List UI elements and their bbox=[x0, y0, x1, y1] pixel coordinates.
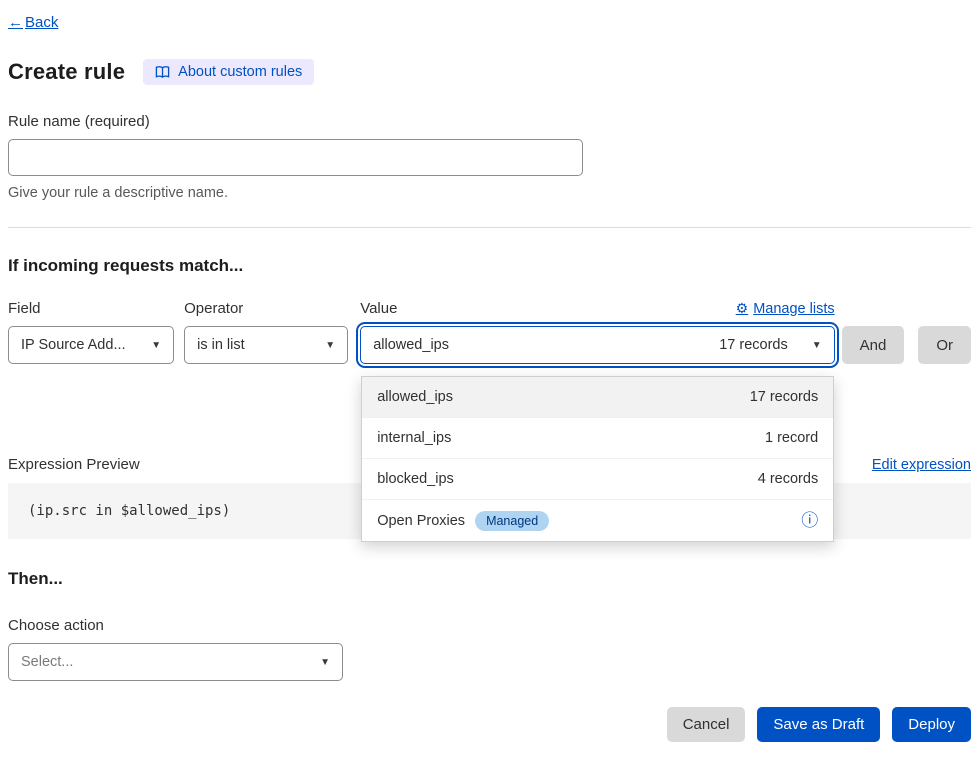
value-column: Value ⚙ Manage lists allowed_ips 17 reco… bbox=[360, 300, 834, 364]
field-select[interactable]: IP Source Add... ▼ bbox=[8, 326, 174, 364]
rule-name-input[interactable] bbox=[8, 139, 583, 176]
deploy-button[interactable]: Deploy bbox=[892, 707, 971, 742]
manage-lists-label: Manage lists bbox=[753, 301, 834, 317]
match-section-heading: If incoming requests match... bbox=[8, 256, 971, 276]
manage-lists-link[interactable]: ⚙ Manage lists bbox=[736, 300, 835, 317]
operator-select[interactable]: is in list ▼ bbox=[184, 326, 348, 364]
footer-actions: Cancel Save as Draft Deploy bbox=[8, 707, 971, 742]
book-icon bbox=[155, 65, 170, 79]
choose-action-label: Choose action bbox=[8, 617, 971, 634]
list-item-name: allowed_ips bbox=[377, 389, 453, 405]
back-arrow-icon: ← bbox=[8, 14, 23, 31]
field-select-value: IP Source Add... bbox=[21, 337, 126, 353]
list-item-name: blocked_ips bbox=[377, 471, 454, 487]
about-custom-rules-badge[interactable]: About custom rules bbox=[143, 59, 314, 85]
rule-name-label: Rule name (required) bbox=[8, 113, 971, 130]
value-combobox[interactable]: allowed_ips 17 records ▼ bbox=[360, 326, 834, 364]
list-item-name: Open Proxies bbox=[377, 513, 465, 529]
back-label: Back bbox=[25, 14, 58, 31]
value-dropdown-menu: allowed_ips 17 records internal_ips 1 re… bbox=[361, 376, 834, 542]
list-item-name: internal_ips bbox=[377, 430, 451, 446]
list-item-blocked-ips[interactable]: blocked_ips 4 records bbox=[362, 459, 833, 500]
chevron-down-icon: ▼ bbox=[310, 657, 330, 668]
and-button[interactable]: And bbox=[842, 326, 905, 364]
then-section-heading: Then... bbox=[8, 569, 971, 589]
title-row: Create rule About custom rules bbox=[8, 59, 971, 85]
info-icon[interactable]: ⓘ bbox=[801, 512, 818, 529]
chevron-down-icon: ▼ bbox=[315, 340, 335, 351]
operator-label: Operator bbox=[184, 300, 348, 317]
back-link[interactable]: ← Back bbox=[8, 14, 58, 31]
divider bbox=[8, 227, 971, 228]
about-badge-label: About custom rules bbox=[178, 64, 302, 80]
managed-badge: Managed bbox=[475, 511, 549, 531]
chevron-down-icon: ▼ bbox=[802, 340, 822, 351]
create-rule-page: ← Back Create rule About custom rules Ru… bbox=[0, 0, 979, 762]
list-item-allowed-ips[interactable]: allowed_ips 17 records bbox=[362, 377, 833, 418]
rule-name-helper: Give your rule a descriptive name. bbox=[8, 185, 971, 201]
operator-select-value: is in list bbox=[197, 337, 245, 353]
value-records-count: 17 records bbox=[719, 337, 788, 353]
chevron-down-icon: ▼ bbox=[141, 340, 161, 351]
action-select[interactable]: Select... ▼ bbox=[8, 643, 343, 681]
save-as-draft-button[interactable]: Save as Draft bbox=[757, 707, 880, 742]
page-title: Create rule bbox=[8, 59, 125, 85]
field-label: Field bbox=[8, 300, 174, 317]
expression-preview-label: Expression Preview bbox=[8, 456, 140, 473]
action-select-placeholder: Select... bbox=[21, 654, 73, 670]
list-item-open-proxies[interactable]: Open Proxies Managed ⓘ bbox=[362, 500, 833, 541]
cancel-button[interactable]: Cancel bbox=[667, 707, 746, 742]
list-item-internal-ips[interactable]: internal_ips 1 record bbox=[362, 418, 833, 459]
value-label: Value bbox=[360, 300, 397, 317]
edit-expression-link[interactable]: Edit expression bbox=[872, 457, 971, 473]
operator-column: Operator is in list ▼ bbox=[184, 300, 348, 364]
list-item-records: 4 records bbox=[758, 471, 818, 487]
value-label-row: Value ⚙ Manage lists bbox=[360, 300, 834, 317]
value-combobox-value: allowed_ips bbox=[373, 337, 449, 353]
or-button[interactable]: Or bbox=[918, 326, 971, 364]
field-column: Field IP Source Add... ▼ bbox=[8, 300, 174, 364]
match-row: Field IP Source Add... ▼ Operator is in … bbox=[8, 300, 971, 364]
gear-icon: ⚙ bbox=[736, 300, 749, 317]
list-item-records: 1 record bbox=[765, 430, 818, 446]
list-item-records: 17 records bbox=[750, 389, 819, 405]
